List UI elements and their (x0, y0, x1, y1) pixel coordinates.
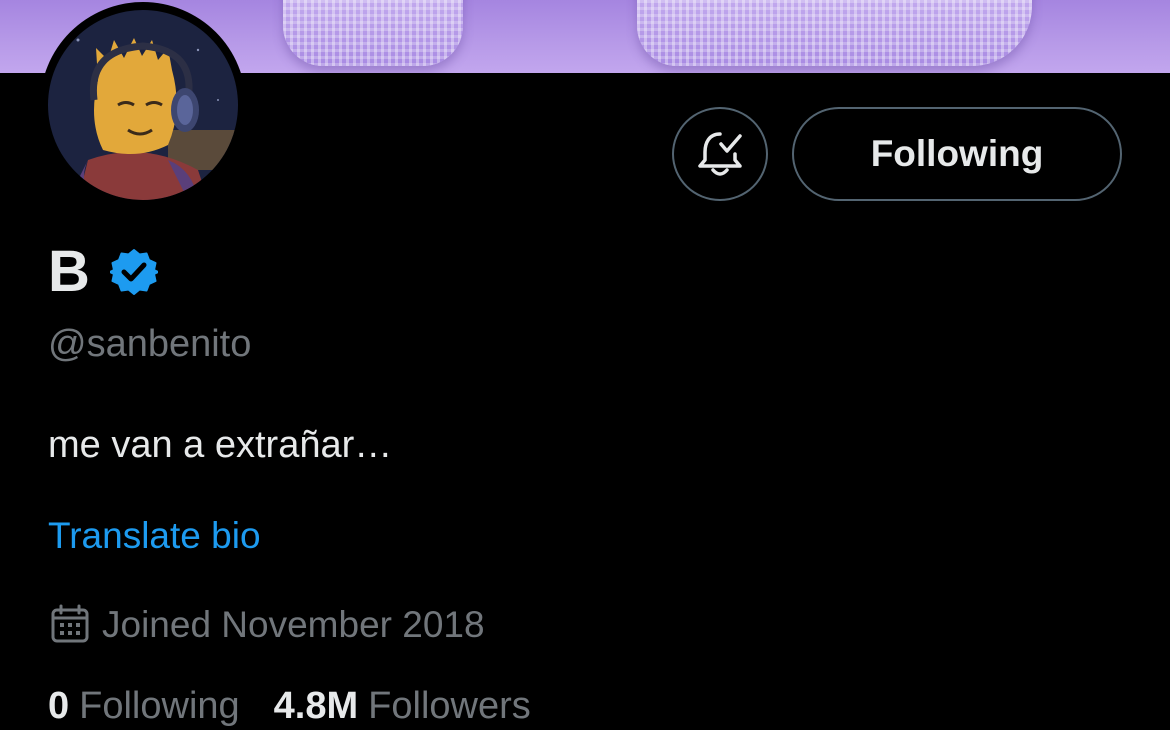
notifications-button[interactable] (672, 107, 768, 201)
following-label: Following (79, 685, 240, 727)
display-name: B (48, 239, 90, 304)
joined-date-row: Joined November 2018 (50, 600, 485, 648)
banner-shoe-left (283, 0, 463, 66)
followers-count: 4.8M (273, 685, 359, 727)
joined-date: Joined November 2018 (102, 603, 485, 645)
verified-badge-icon[interactable] (109, 248, 158, 296)
avatar[interactable] (40, 2, 246, 208)
profile-name-row: B (48, 238, 158, 306)
translate-bio-link[interactable]: Translate bio (48, 514, 261, 558)
following-button[interactable]: Following (792, 107, 1122, 201)
followers-label: Followers (368, 685, 531, 727)
profile-bio: me van a extrañar… (48, 424, 393, 466)
calendar-icon (51, 604, 89, 643)
following-count: 0 (48, 685, 70, 727)
banner-shoe-right (637, 0, 1032, 66)
profile-handle: @sanbenito (48, 323, 252, 365)
bell-check-icon (698, 132, 742, 176)
avatar-image (48, 10, 238, 200)
